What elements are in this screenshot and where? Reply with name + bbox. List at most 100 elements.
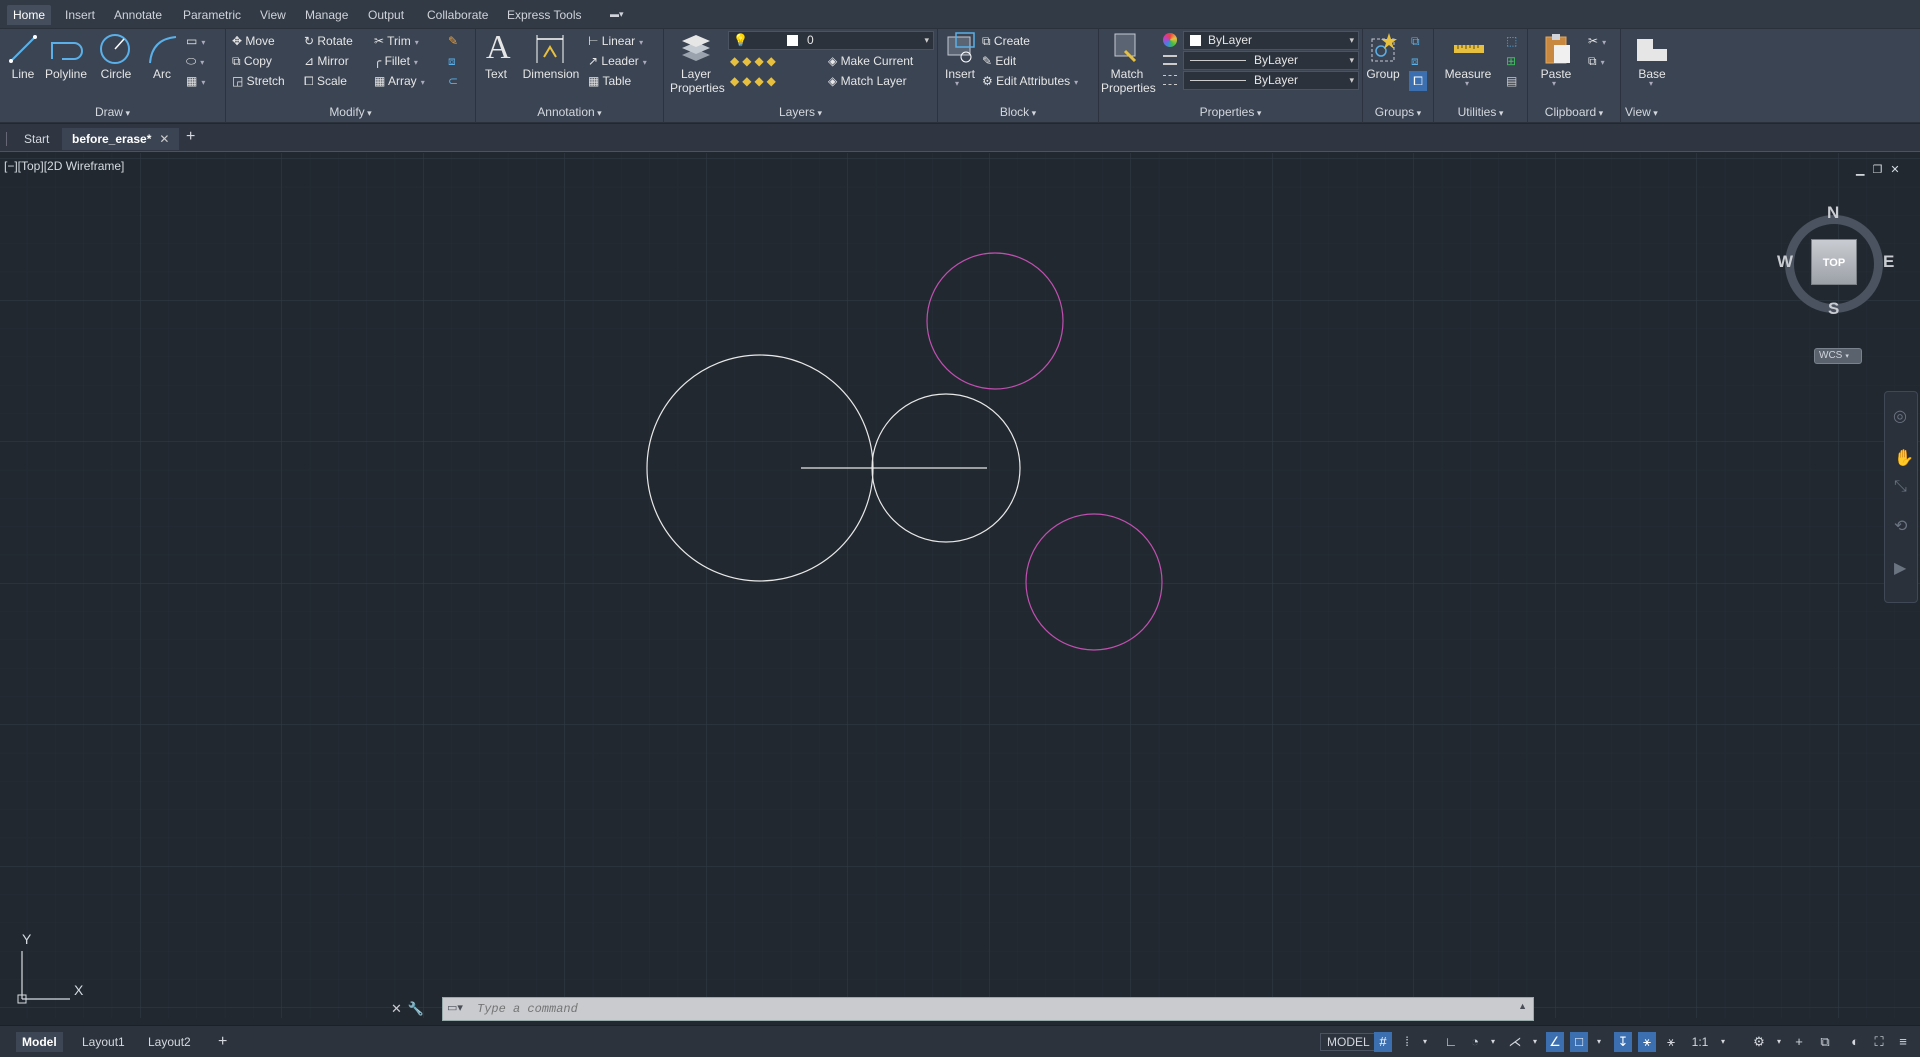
ellipse-icon[interactable]: ⬭ ▾ bbox=[186, 51, 204, 71]
scale-button[interactable]: ⧠ Scale bbox=[304, 71, 347, 91]
pan-icon[interactable]: ✋ bbox=[1894, 448, 1914, 468]
select-all-icon[interactable]: ⊞ bbox=[1506, 51, 1516, 71]
stretch-button[interactable]: ◲ Stretch bbox=[232, 71, 285, 91]
layer-properties-button[interactable]: Layer Properties bbox=[670, 67, 725, 95]
groups-panel-title[interactable]: Groups bbox=[1363, 103, 1433, 121]
mirror-button[interactable]: ⊿ Mirror bbox=[304, 51, 349, 71]
annotation-panel-title[interactable]: Annotation bbox=[476, 103, 663, 121]
customization-menu-icon[interactable]: ≡ bbox=[1894, 1032, 1912, 1052]
annotation-scale-dropdown[interactable]: ▾ bbox=[1714, 1032, 1732, 1052]
dynamic-input-icon[interactable]: ↧ bbox=[1614, 1032, 1632, 1052]
fillet-button[interactable]: ╭ Fillet ▾ bbox=[374, 51, 418, 71]
units-icon[interactable]: ⧉ bbox=[1816, 1032, 1834, 1052]
array-button[interactable]: ▦ Array ▾ bbox=[374, 71, 425, 91]
color-dropdown[interactable]: ByLayer ▾ bbox=[1183, 31, 1359, 50]
make-current-button[interactable]: ◈ Make Current bbox=[828, 51, 913, 71]
group-button[interactable]: Group bbox=[1365, 67, 1401, 81]
line-button[interactable]: Line bbox=[6, 67, 40, 81]
paste-dropdown-arrow[interactable]: ▾ bbox=[1552, 79, 1556, 88]
measure-dropdown-arrow[interactable]: ▾ bbox=[1465, 79, 1469, 88]
base-dropdown-arrow[interactable]: ▾ bbox=[1649, 79, 1653, 88]
utilities-panel-title[interactable]: Utilities bbox=[1434, 103, 1527, 121]
close-viewport-icon[interactable]: ✕ bbox=[1890, 164, 1907, 176]
file-tab-start[interactable]: Start bbox=[24, 128, 49, 150]
group-edit-icon[interactable]: ⧈ bbox=[1411, 51, 1419, 71]
move-button[interactable]: ✥ Move bbox=[232, 31, 275, 51]
file-tab-active[interactable]: before_erase* ✕ bbox=[62, 128, 180, 150]
erase-icon[interactable]: ✎ bbox=[448, 31, 458, 51]
tab-insert[interactable]: Insert bbox=[59, 5, 101, 25]
hatch-icon[interactable]: ▦ ▾ bbox=[186, 71, 205, 91]
insert-button[interactable]: Insert bbox=[940, 67, 980, 81]
tab-express-tools[interactable]: Express Tools bbox=[501, 5, 587, 25]
tab-manage[interactable]: Manage bbox=[299, 5, 354, 25]
close-tab-icon[interactable]: ✕ bbox=[159, 132, 169, 146]
circle-button[interactable]: Circle bbox=[95, 67, 137, 81]
annotation-monitor-icon[interactable]: + bbox=[1790, 1032, 1808, 1052]
viewport-controls-label[interactable]: [−][Top][2D Wireframe] bbox=[4, 159, 124, 173]
dimension-button[interactable]: Dimension bbox=[522, 67, 580, 81]
offset-icon[interactable]: ⊂ bbox=[448, 71, 458, 91]
auto-scale-icon[interactable]: ⚹ bbox=[1662, 1032, 1680, 1052]
new-tab-plus-icon[interactable]: + bbox=[186, 126, 195, 148]
workspace-gear-icon[interactable]: ⚙ bbox=[1750, 1032, 1768, 1052]
quick-select-icon[interactable]: ⬚ bbox=[1506, 31, 1517, 51]
command-close-icon[interactable]: ✕ bbox=[391, 1001, 408, 1016]
viewcube-top-face[interactable]: TOP bbox=[1811, 239, 1857, 285]
object-snap-tracking-icon[interactable]: ∠ bbox=[1546, 1032, 1564, 1052]
isodraft-icon[interactable]: ⋌ bbox=[1506, 1032, 1524, 1052]
annotation-scale[interactable]: 1:1 bbox=[1684, 1032, 1716, 1052]
zoom-extents-icon[interactable]: ⤡ bbox=[1894, 478, 1907, 496]
copy-button[interactable]: ⧉ Copy bbox=[232, 51, 272, 71]
clean-screen-icon[interactable]: ⛶ bbox=[1870, 1032, 1888, 1052]
isodraft-dropdown[interactable]: ▾ bbox=[1526, 1032, 1544, 1052]
group-selection-toggle-icon[interactable]: ⧠ bbox=[1409, 71, 1427, 91]
command-history-icon[interactable]: ▭▾ bbox=[447, 1001, 463, 1014]
tab-home[interactable]: Home bbox=[7, 5, 52, 25]
view-panel-title[interactable]: View bbox=[1625, 103, 1681, 121]
rotate-button[interactable]: ↻ Rotate bbox=[304, 31, 353, 51]
block-panel-title[interactable]: Block bbox=[938, 103, 1098, 121]
ribbon-options-icon[interactable]: ▬▾ bbox=[604, 7, 632, 23]
drawing-area[interactable] bbox=[0, 153, 1920, 1018]
leader-button[interactable]: ↗ Leader ▾ bbox=[588, 51, 647, 71]
ungroup-icon[interactable]: ⧉ bbox=[1411, 31, 1420, 51]
layer-tools-row1-icons[interactable]: ◆◆◆◆ bbox=[730, 51, 779, 71]
layer-dropdown[interactable]: 💡 0 ▾ bbox=[728, 31, 934, 50]
trim-button[interactable]: ✂ Trim ▾ bbox=[374, 31, 419, 51]
annotation-visibility-icon[interactable]: ⚹ bbox=[1638, 1032, 1656, 1052]
text-button[interactable]: Text bbox=[482, 67, 510, 81]
add-layout-plus-icon[interactable]: + bbox=[212, 1032, 233, 1052]
snap-icon[interactable]: ⁞ bbox=[1398, 1032, 1416, 1052]
model-space-button[interactable]: MODEL bbox=[1320, 1033, 1377, 1051]
object-snap-dropdown[interactable]: ▾ bbox=[1590, 1032, 1608, 1052]
polyline-button[interactable]: Polyline bbox=[42, 67, 90, 81]
ortho-icon[interactable]: ∟ bbox=[1442, 1032, 1460, 1052]
table-button[interactable]: ▦ Table bbox=[588, 71, 631, 91]
layout-tab-layout1[interactable]: Layout1 bbox=[76, 1032, 131, 1052]
workspace-dropdown[interactable]: ▾ bbox=[1770, 1032, 1788, 1052]
properties-panel-title[interactable]: Properties bbox=[1099, 103, 1362, 121]
polar-dropdown[interactable]: ▾ bbox=[1484, 1032, 1502, 1052]
showmotion-icon[interactable]: ▶ bbox=[1894, 558, 1906, 578]
linear-button[interactable]: ⊢ Linear ▾ bbox=[588, 31, 643, 51]
steering-wheel-icon[interactable]: ◎ bbox=[1893, 406, 1907, 426]
polar-icon[interactable]: ◔ bbox=[1466, 1032, 1484, 1052]
arc-button[interactable]: Arc bbox=[146, 67, 178, 81]
edit-block-button[interactable]: ✎ Edit bbox=[982, 51, 1016, 71]
tab-collaborate[interactable]: Collaborate bbox=[421, 5, 494, 25]
command-expand-icon[interactable]: ▲ bbox=[1518, 1001, 1527, 1011]
clipboard-panel-title[interactable]: Clipboard bbox=[1528, 103, 1620, 121]
match-properties-button[interactable]: Match Properties bbox=[1101, 67, 1156, 95]
orbit-icon[interactable]: ⟲ bbox=[1894, 516, 1907, 536]
grid-icon[interactable]: # bbox=[1374, 1032, 1392, 1052]
insert-dropdown-arrow[interactable]: ▾ bbox=[955, 79, 959, 88]
create-block-button[interactable]: ⧉ Create bbox=[982, 31, 1030, 51]
calculator-icon[interactable]: ▤ bbox=[1506, 71, 1517, 91]
compass-north[interactable]: N bbox=[1827, 203, 1839, 223]
tab-view[interactable]: View bbox=[254, 5, 292, 25]
layer-tools-row2-icons[interactable]: ◆◆◆◆ bbox=[730, 71, 779, 91]
edit-attributes-button[interactable]: ⚙ Edit Attributes ▾ bbox=[982, 71, 1078, 91]
compass-west[interactable]: W bbox=[1777, 252, 1793, 272]
tab-annotate[interactable]: Annotate bbox=[108, 5, 168, 25]
